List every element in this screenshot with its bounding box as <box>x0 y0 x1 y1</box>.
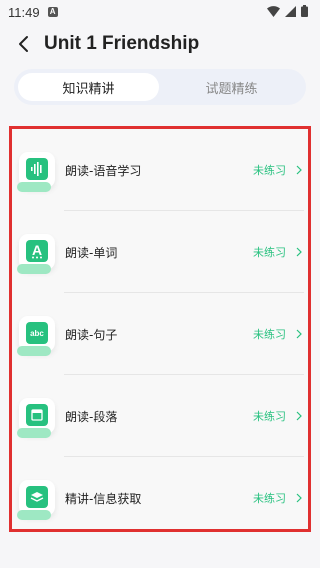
lesson-list: 朗读-语音学习 未练习 A 朗读-单词 未练习 abc 朗读-句子 未练习 朗读… <box>12 129 308 529</box>
list-item-words[interactable]: A 朗读-单词 未练习 <box>12 211 308 293</box>
chevron-right-icon <box>294 493 304 503</box>
signal-icon <box>285 5 296 20</box>
abc-icon: abc <box>17 316 55 356</box>
item-status: 未练习 <box>253 410 286 423</box>
list-item-paragraphs[interactable]: 朗读-段落 未练习 <box>12 375 308 457</box>
battery-icon <box>301 4 308 20</box>
chevron-right-icon <box>294 165 304 175</box>
item-status: 未练习 <box>253 492 286 505</box>
chevron-right-icon <box>294 329 304 339</box>
list-item-phonetics[interactable]: 朗读-语音学习 未练习 <box>12 129 308 211</box>
paragraph-icon <box>17 398 55 438</box>
wifi-icon <box>267 5 280 20</box>
item-label: 朗读-句子 <box>65 327 118 342</box>
tab-exercises[interactable]: 试题精练 <box>161 73 302 101</box>
layers-icon <box>17 480 55 520</box>
status-time: 11:49 <box>8 4 40 20</box>
status-bar: 11:49 A <box>0 0 320 24</box>
tab-bar: 知识精讲 试题精练 <box>14 69 306 105</box>
item-label: 精讲-信息获取 <box>65 491 142 506</box>
page-title: Unit 1 Friendship <box>44 33 200 54</box>
waveform-icon <box>17 152 55 192</box>
tab-knowledge[interactable]: 知识精讲 <box>18 73 159 101</box>
chevron-right-icon <box>294 247 304 257</box>
list-item-sentences[interactable]: abc 朗读-句子 未练习 <box>12 293 308 375</box>
item-label: 朗读-语音学习 <box>65 163 142 178</box>
app-notification-icon: A <box>47 7 58 17</box>
item-status: 未练习 <box>253 164 286 177</box>
app-header: Unit 1 Friendship <box>0 24 320 64</box>
item-status: 未练习 <box>253 246 286 259</box>
list-item-info-retrieval[interactable]: 精讲-信息获取 未练习 <box>12 457 308 539</box>
back-arrow-icon <box>19 36 28 52</box>
item-status: 未练习 <box>253 328 286 341</box>
chevron-right-icon <box>294 411 304 421</box>
back-button[interactable] <box>4 24 44 64</box>
letter-a-icon: A <box>17 234 55 274</box>
item-label: 朗读-段落 <box>65 409 118 424</box>
item-label: 朗读-单词 <box>65 245 118 260</box>
